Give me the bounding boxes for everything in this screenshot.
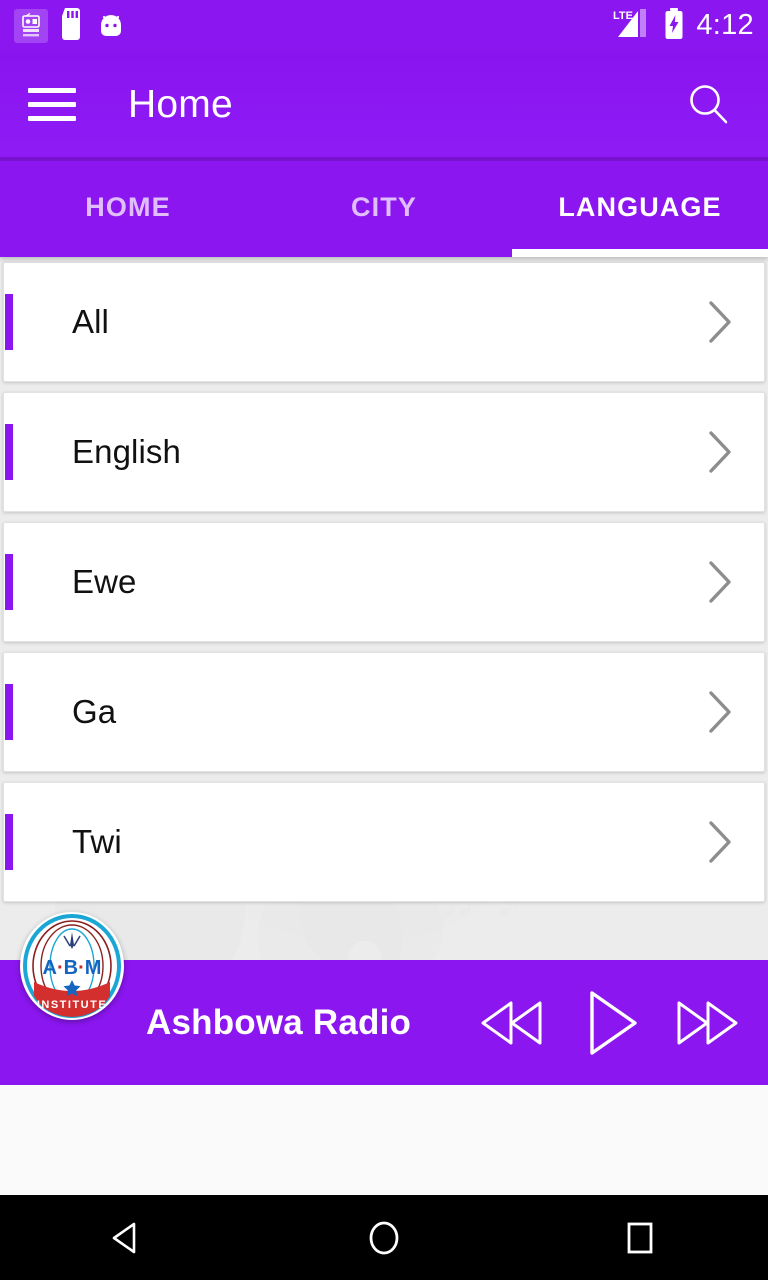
tab-city[interactable]: CITY [256, 157, 512, 257]
radio-app-notification-icon [14, 9, 48, 43]
hamburger-menu-icon[interactable] [28, 85, 76, 125]
player-bar: A·B·M INSTITUTE Ashbowa Radio [0, 912, 768, 1085]
list-item[interactable]: Ewe [3, 522, 765, 642]
tab-language[interactable]: LANGUAGE [512, 157, 768, 257]
status-bar-notification-icons [14, 7, 125, 45]
system-navigation-bar [0, 1195, 768, 1280]
item-accent-bar [5, 424, 13, 480]
chevron-right-icon[interactable] [692, 294, 748, 350]
item-accent-bar [5, 294, 13, 350]
item-accent-bar [5, 554, 13, 610]
chevron-right-icon[interactable] [692, 684, 748, 740]
fast-forward-button[interactable] [670, 985, 746, 1061]
svg-text:LTE: LTE [613, 10, 633, 22]
item-accent-bar [5, 684, 13, 740]
home-nav-button[interactable] [256, 1195, 512, 1280]
status-bar: LTE 4:12 [0, 0, 768, 52]
android-head-icon [97, 10, 125, 43]
hamburger-line [28, 88, 76, 93]
hamburger-line [28, 116, 76, 121]
sd-card-icon [60, 7, 85, 45]
tab-home-label: HOME [85, 191, 171, 222]
rewind-button[interactable] [474, 985, 550, 1061]
list-item[interactable]: English [3, 392, 765, 512]
below-player-area [0, 1085, 768, 1195]
svg-text:INSTITUTE: INSTITUTE [37, 999, 107, 1011]
status-bar-clock: 4:12 [696, 8, 754, 41]
search-icon[interactable] [678, 74, 740, 136]
app-bar: Home [0, 52, 768, 157]
tab-city-label: CITY [351, 191, 417, 222]
status-bar-system-icons: LTE 4:12 [612, 7, 754, 46]
list-item-label: Twi [72, 823, 122, 860]
phone-screen: LTE 4:12 Home HOME CITY LANGUAGE All Eng… [0, 0, 768, 1280]
recents-nav-button[interactable] [512, 1195, 768, 1280]
abm-institute-logo[interactable]: A·B·M INSTITUTE [20, 912, 124, 1020]
list-item-label: All [72, 303, 109, 340]
hamburger-line [28, 102, 76, 107]
battery-charging-icon [663, 7, 685, 46]
list-item-label: Ewe [72, 563, 137, 600]
list-item[interactable]: Twi [3, 782, 765, 902]
list-item[interactable]: Ga [3, 652, 765, 772]
tab-bar: HOME CITY LANGUAGE [0, 157, 768, 257]
play-button[interactable] [572, 985, 648, 1061]
language-list-container: ♪ ♫ ♪ All English [0, 257, 768, 960]
now-playing-title: Ashbowa Radio [146, 1002, 412, 1042]
list-item-label: Ga [72, 693, 117, 730]
lte-signal-icon: LTE [612, 7, 652, 46]
tab-language-label: LANGUAGE [558, 191, 722, 222]
chevron-right-icon[interactable] [692, 424, 748, 480]
list-item-label: English [72, 433, 181, 470]
language-list: All English Ewe Ga Twi [0, 257, 768, 902]
svg-text:A·B·M: A·B·M [43, 957, 102, 979]
item-accent-bar [5, 814, 13, 870]
page-title: Home [128, 82, 233, 126]
tab-home[interactable]: HOME [0, 157, 256, 257]
chevron-right-icon[interactable] [692, 554, 748, 610]
back-nav-button[interactable] [0, 1195, 256, 1280]
chevron-right-icon[interactable] [692, 814, 748, 870]
player-controls [474, 985, 746, 1061]
list-item[interactable]: All [3, 262, 765, 382]
